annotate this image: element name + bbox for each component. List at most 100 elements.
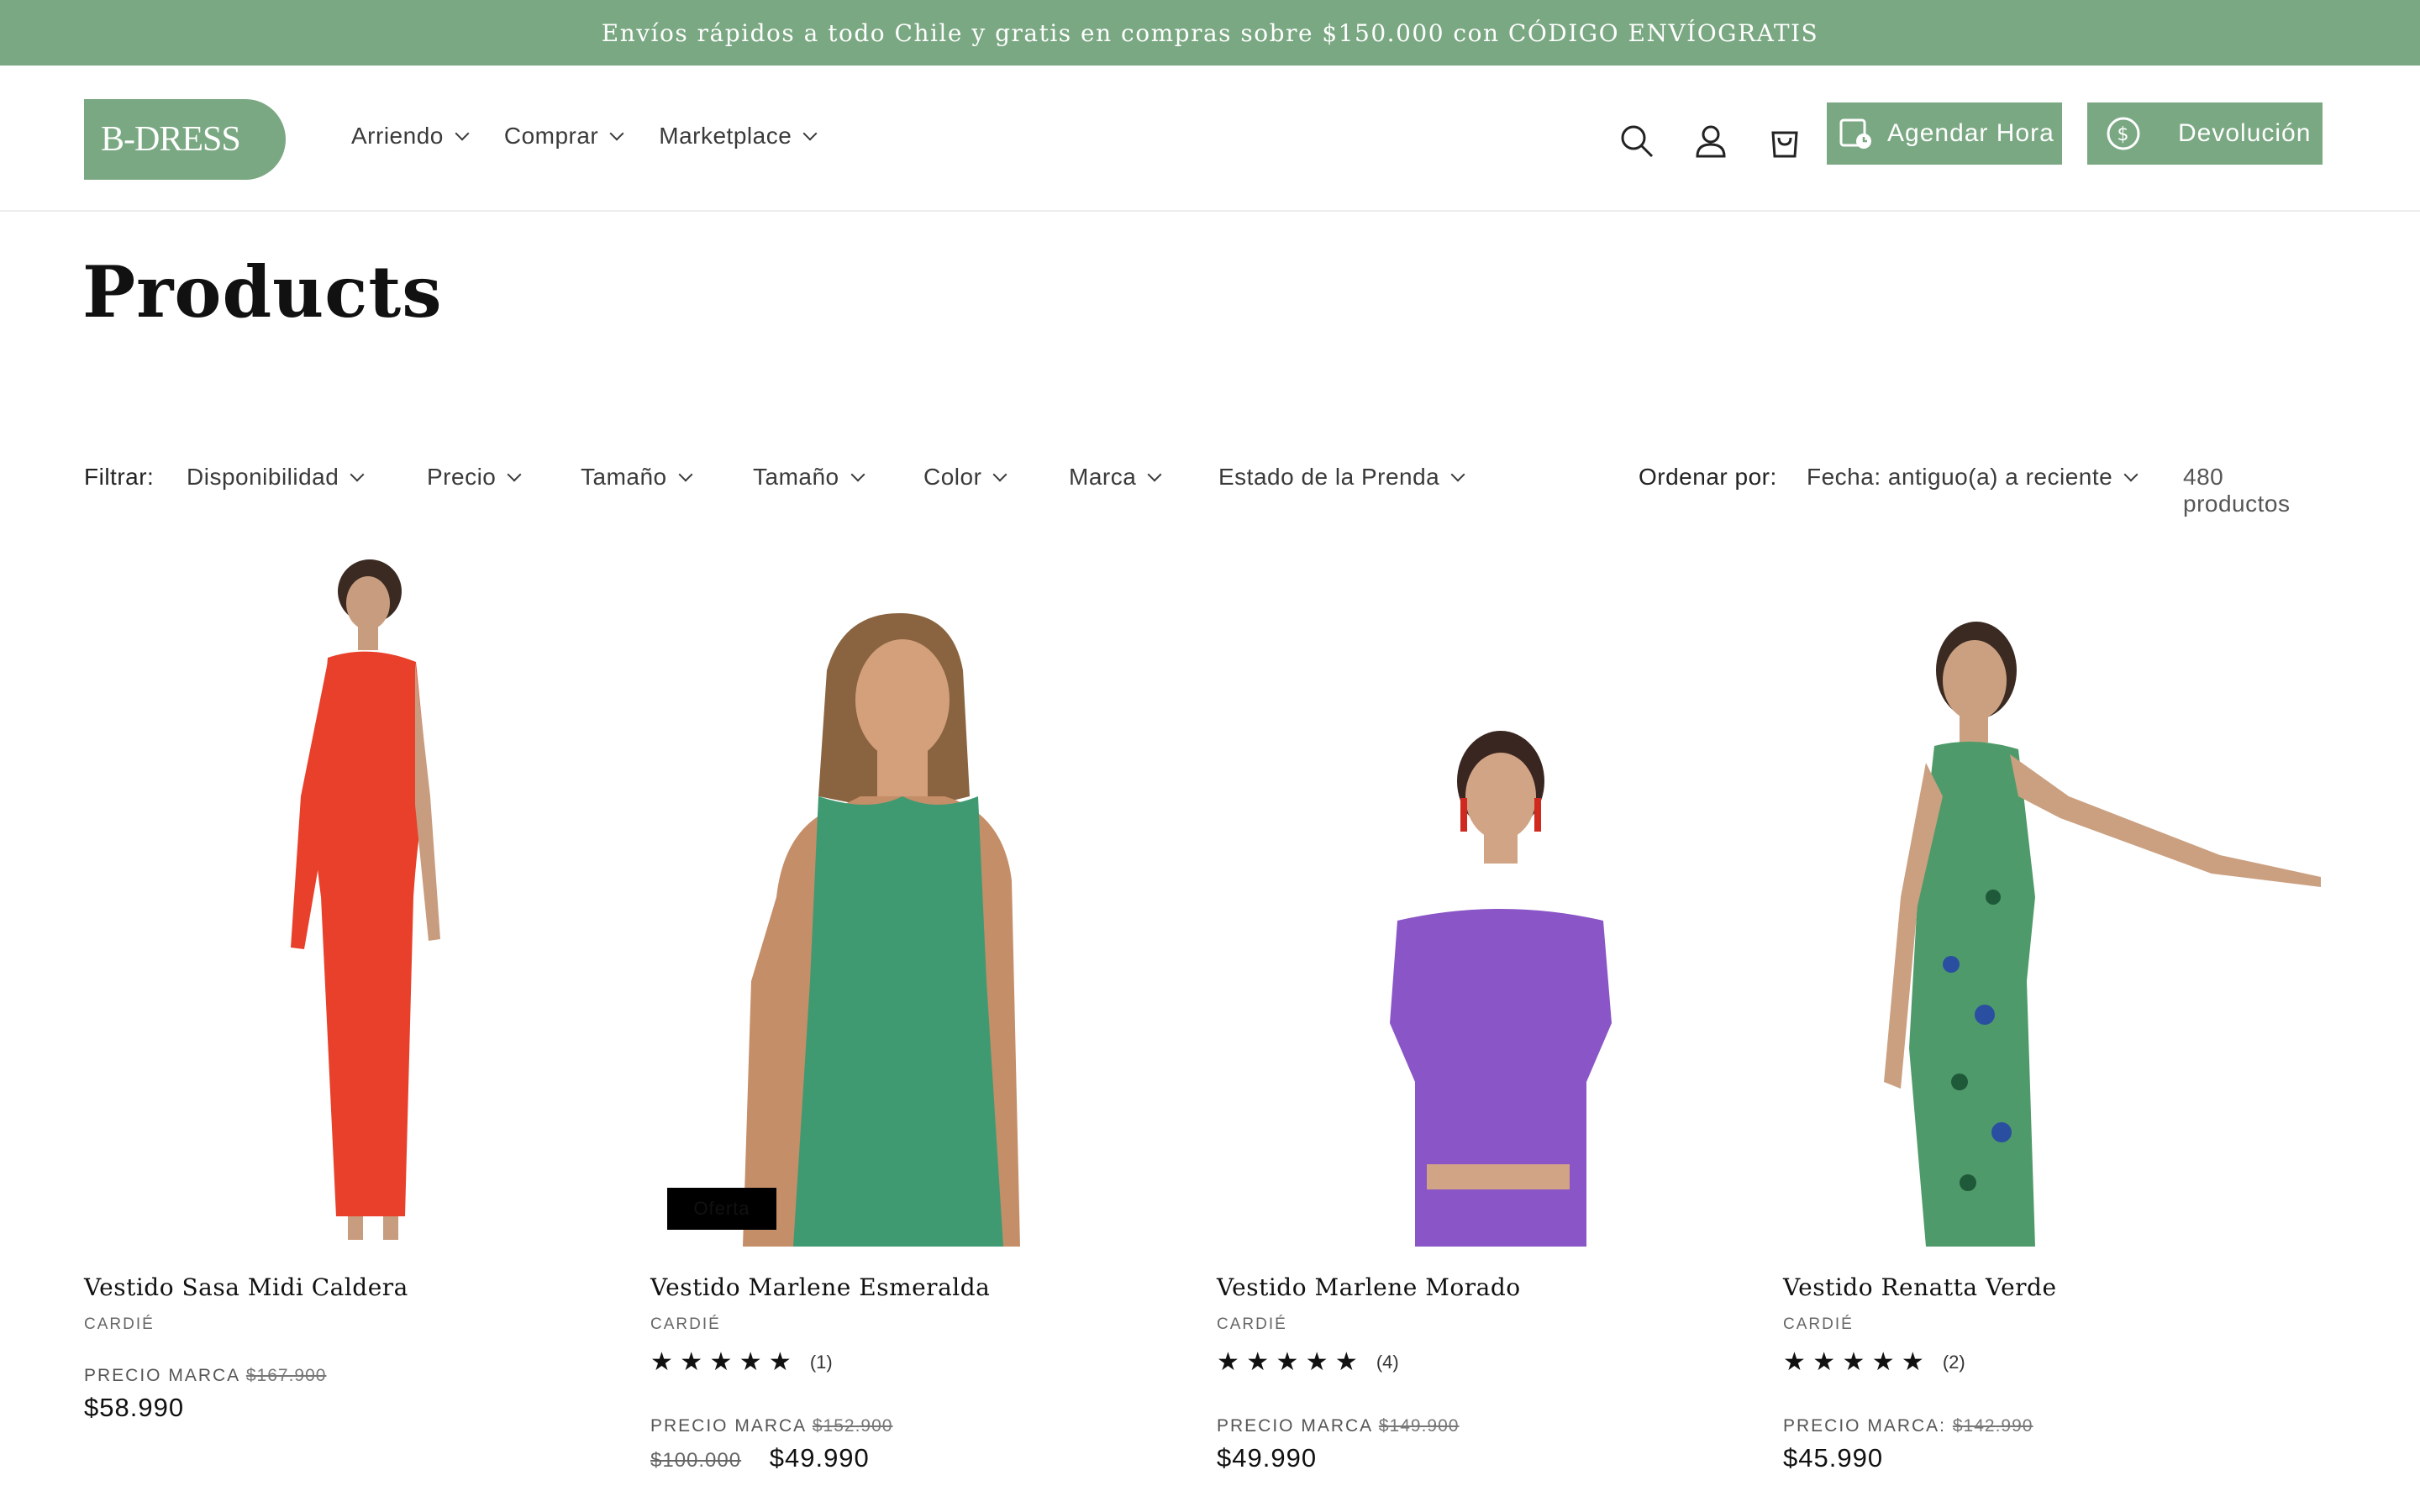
bag-icon[interactable] [1761,118,1808,165]
search-icon[interactable] [1613,118,1660,165]
sort-label: Ordenar por: [1639,464,1777,490]
sale-price: $45.990 [1783,1443,1883,1473]
product-name[interactable]: Vestido Marlene Esmeralda [650,1273,990,1301]
price-label-text: PRECIO MARCA [650,1416,807,1436]
sale-price: $100.000 $49.990 [650,1443,870,1473]
rating: ★ ★ ★ ★ ★ (1) [650,1347,833,1377]
chevron-down-icon [350,467,365,482]
chevron-down-icon [850,467,865,482]
nav-label: Arriendo [351,123,444,149]
product-card[interactable]: Oferta Vestido Marlene Esmeralda CARDIÉ … [650,544,1205,1473]
returns-label: Devolución [2178,119,2312,147]
brand-price: $167.900 [245,1366,327,1385]
price-label-text: PRECIO MARCA: [1783,1416,1947,1436]
price-label-text: PRECIO MARCA [1217,1416,1373,1436]
chevron-down-icon [609,126,624,141]
price-label-text: PRECIO MARCA [84,1366,240,1385]
sale-badge: Oferta [667,1188,776,1230]
site-header: B-DRESS Arriendo Comprar Marketplace Age… [0,66,2420,212]
review-count: (2) [1942,1351,1965,1373]
product-brand: CARDIÉ [84,1315,155,1333]
sale-price: $49.990 [1217,1443,1317,1473]
sort-select[interactable]: Fecha: antiguo(a) a reciente [1807,464,2139,491]
filter-text: Color [923,464,982,490]
product-brand: CARDIÉ [1783,1315,1854,1333]
product-image[interactable] [84,544,639,1247]
nav-label: Comprar [503,123,599,149]
product-name[interactable]: Vestido Renatta Verde [1783,1273,2057,1301]
rating: ★ ★ ★ ★ ★ (2) [1783,1347,1965,1377]
product-brand: CARDIÉ [1217,1315,1287,1333]
star-rating-icons: ★ ★ ★ ★ ★ [1783,1348,1924,1376]
nav-label: Marketplace [659,123,792,149]
star-rating-icons: ★ ★ ★ ★ ★ [1217,1348,1358,1376]
filter-text: Estado de la Prenda [1218,464,1440,490]
product-brand: CARDIÉ [650,1315,721,1333]
sale-price: $58.990 [84,1393,184,1423]
filter-tamano-2[interactable]: Tamaño [753,464,865,491]
review-count: (1) [809,1351,833,1373]
filter-bar: Filtrar: Disponibilidad Precio Tamaño Ta… [84,460,2336,517]
brand-price-label: PRECIO MARCA $152.900 [650,1416,892,1436]
brand-price-label: PRECIO MARCA: $142.990 [1783,1416,2033,1436]
filter-tamano[interactable]: Tamaño [581,464,693,491]
chevron-down-icon [802,126,818,141]
review-count: (4) [1376,1351,1399,1373]
brand-price: $149.900 [1378,1416,1460,1436]
brand-price: $142.990 [1952,1416,2033,1436]
chevron-down-icon [678,467,693,482]
rating: ★ ★ ★ ★ ★ (4) [1217,1347,1399,1377]
filter-precio[interactable]: Precio [427,464,522,491]
brand-price: $152.900 [812,1416,893,1436]
brand-price-label: PRECIO MARCA $149.900 [1217,1416,1459,1436]
brand-logo[interactable]: B-DRESS [84,99,286,180]
chevron-down-icon [992,467,1007,482]
product-name[interactable]: Vestido Marlene Morado [1217,1273,1521,1301]
filter-text: Disponibilidad [187,464,339,490]
price-value: $49.990 [1217,1443,1318,1473]
main-nav: Arriendo Comprar Marketplace [351,123,852,150]
logo-text: B-DRESS [101,120,241,159]
product-card[interactable]: Vestido Renatta Verde CARDIÉ ★ ★ ★ ★ ★ (… [1783,544,2338,1473]
schedule-button[interactable]: Agendar Hora [1827,102,2062,165]
nav-item-arriendo[interactable]: Arriendo [351,123,470,150]
calendar-clock-icon [1839,116,1874,151]
filter-text: Marca [1069,464,1137,490]
nav-item-comprar[interactable]: Comprar [503,123,624,150]
filter-color[interactable]: Color [923,464,1007,491]
product-image[interactable] [1217,544,1771,1247]
page-title: Products [82,250,443,333]
product-image[interactable] [1783,544,2338,1247]
schedule-label: Agendar Hora [1887,119,2054,147]
returns-button[interactable]: $ Devolución [2087,102,2323,165]
chevron-down-icon [2123,467,2139,482]
announcement-text: Envíos rápidos a todo Chile y gratis en … [601,18,1819,47]
product-image[interactable]: Oferta [650,544,1205,1247]
filter-estado-prenda[interactable]: Estado de la Prenda [1218,464,1465,491]
return-money-icon: $ [2106,116,2141,151]
product-card[interactable]: Vestido Sasa Midi Caldera CARDIÉ PRECIO … [84,544,639,1422]
compare-price: $100.000 [650,1449,742,1472]
brand-price-label: PRECIO MARCA $167.900 [84,1366,326,1386]
filter-label: Filtrar: [84,464,155,490]
sort-value: Fecha: antiguo(a) a reciente [1807,464,2113,490]
filter-marca[interactable]: Marca [1069,464,1162,491]
chevron-down-icon [455,126,470,141]
star-rating-icons: ★ ★ ★ ★ ★ [650,1348,792,1376]
nav-item-marketplace[interactable]: Marketplace [659,123,818,150]
svg-text:$: $ [2118,124,2130,145]
product-card[interactable]: Vestido Marlene Morado CARDIÉ ★ ★ ★ ★ ★ … [1217,544,1771,1473]
user-icon[interactable] [1687,118,1734,165]
price-value: $58.990 [84,1393,185,1422]
announcement-bar: Envíos rápidos a todo Chile y gratis en … [0,0,2420,66]
chevron-down-icon [507,467,522,482]
product-count: 480 productos [2183,464,2291,517]
price-value: $45.990 [1783,1443,1884,1473]
filter-text: Tamaño [581,464,667,490]
product-name[interactable]: Vestido Sasa Midi Caldera [84,1273,408,1301]
filter-text: Tamaño [753,464,839,490]
chevron-down-icon [1450,467,1465,482]
filter-disponibilidad[interactable]: Disponibilidad [187,464,365,491]
chevron-down-icon [1147,467,1162,482]
price-value: $49.990 [769,1443,870,1473]
